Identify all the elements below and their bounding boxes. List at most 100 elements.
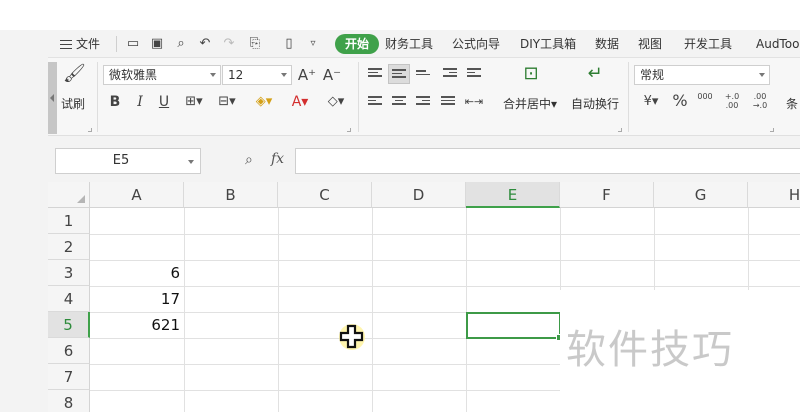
shrink-font-button[interactable]: A⁻ xyxy=(322,67,342,83)
wrap-text-button[interactable]: 自动换行 xyxy=(571,95,619,112)
watermark-text: 软件技巧 xyxy=(566,327,734,373)
grow-font-button[interactable]: A⁺ xyxy=(297,67,317,83)
font-name-select[interactable]: 微软雅黑 xyxy=(103,65,221,85)
number-format-select[interactable]: 常规 xyxy=(634,65,770,85)
underline-button[interactable]: U xyxy=(156,94,172,110)
column-header-e[interactable]: E xyxy=(466,182,560,208)
tab-formula-wizard[interactable]: 公式向导 xyxy=(452,30,500,58)
format-painter-icon[interactable]: 🖌 xyxy=(63,65,86,88)
row-header-2[interactable]: 2 xyxy=(48,234,90,260)
align-bottom-icon[interactable] xyxy=(416,70,430,82)
merge-center-button[interactable]: 合并居中▾ xyxy=(503,95,557,112)
cell-a3[interactable]: 6 xyxy=(90,260,184,286)
name-box[interactable]: E5 xyxy=(55,148,201,174)
divider xyxy=(358,62,359,132)
tab-home[interactable]: 开始 xyxy=(335,34,380,54)
row-header-3[interactable]: 3 xyxy=(48,260,90,286)
increase-indent-icon[interactable] xyxy=(467,68,481,80)
font-size-value: 12 xyxy=(228,68,244,82)
increase-decimal-button[interactable]: +.0 .00 xyxy=(722,92,742,110)
align-right-icon[interactable] xyxy=(416,96,430,108)
insert-function-button[interactable]: fx xyxy=(271,151,284,167)
dialog-launcher[interactable] xyxy=(88,128,92,132)
column-header-f[interactable]: F xyxy=(560,182,654,208)
row-header-1[interactable]: 1 xyxy=(48,208,90,234)
tab-diy-toolbox[interactable]: DIY工具箱 xyxy=(520,30,576,58)
conditional-format-button[interactable]: 条 xyxy=(786,95,798,112)
chevron-down-icon xyxy=(281,73,287,77)
fill-color-icon[interactable]: ◈▾ xyxy=(251,94,277,110)
customize-quick-access-icon[interactable]: ▿ xyxy=(304,30,322,58)
cell-style-icon[interactable]: ⊟▾ xyxy=(214,94,240,110)
open-folder-icon[interactable]: ▭ xyxy=(124,30,142,58)
percent-button[interactable]: % xyxy=(670,93,690,109)
print-preview-icon[interactable]: ⌕ xyxy=(172,30,190,58)
decrease-indent-icon[interactable] xyxy=(443,68,457,80)
select-all-corner[interactable] xyxy=(48,182,90,208)
align-left-icon[interactable] xyxy=(368,96,382,108)
row-header-7[interactable]: 7 xyxy=(48,364,90,390)
italic-button[interactable]: I xyxy=(132,94,148,110)
dialog-launcher[interactable] xyxy=(770,128,774,132)
borders-icon[interactable]: ⊞▾ xyxy=(182,94,206,110)
undo-icon[interactable]: ↶ xyxy=(196,30,214,58)
bold-button[interactable]: B xyxy=(107,94,123,110)
redo-icon[interactable]: ↷ xyxy=(220,30,238,58)
zoom-search-icon[interactable]: ⌕ xyxy=(245,152,253,168)
gridline xyxy=(466,208,467,412)
row-header-6[interactable]: 6 xyxy=(48,338,90,364)
new-document-icon[interactable]: ▯ xyxy=(280,30,298,58)
format-copy-icon[interactable]: ⎘ xyxy=(246,30,264,58)
decrease-decimal-button[interactable]: .00 →.0 xyxy=(750,92,770,110)
font-color-glyph: A xyxy=(291,94,302,110)
column-header-h[interactable]: H xyxy=(748,182,800,208)
align-middle-icon xyxy=(392,69,406,81)
file-menu[interactable]: 文件 xyxy=(60,30,100,58)
tab-view[interactable]: 视图 xyxy=(638,30,662,58)
row-header-8[interactable]: 8 xyxy=(48,390,90,412)
chevron-down-icon xyxy=(759,73,765,77)
thousands-separator-button[interactable]: 000 xyxy=(696,92,714,108)
dialog-launcher[interactable] xyxy=(618,128,622,132)
formula-input[interactable] xyxy=(295,148,800,174)
gridline xyxy=(278,208,279,412)
dialog-launcher[interactable] xyxy=(347,128,351,132)
ribbon-collapse-handle[interactable] xyxy=(48,62,57,134)
divider xyxy=(116,36,117,52)
column-header-d[interactable]: D xyxy=(372,182,466,208)
gridline xyxy=(90,234,800,235)
title-area xyxy=(0,0,800,30)
column-header-c[interactable]: C xyxy=(278,182,372,208)
tab-finance-tools[interactable]: 财务工具 xyxy=(385,30,433,58)
tab-data[interactable]: 数据 xyxy=(595,30,619,58)
file-menu-label: 文件 xyxy=(76,37,101,51)
gridline xyxy=(184,208,185,412)
distributed-align-icon[interactable]: ⇤⇥ xyxy=(463,94,485,110)
tab-developer-tools[interactable]: 开发工具 xyxy=(684,30,732,58)
number-format-value: 常规 xyxy=(640,68,665,82)
align-center-icon[interactable] xyxy=(392,96,406,108)
font-name-value: 微软雅黑 xyxy=(109,68,158,82)
merge-center-label: 合并居中 xyxy=(503,97,552,111)
row-header-4[interactable]: 4 xyxy=(48,286,90,312)
merge-center-icon[interactable]: ⊡ xyxy=(518,65,544,88)
align-top-icon[interactable] xyxy=(368,68,382,80)
save-icon[interactable]: ▣ xyxy=(148,30,166,58)
cell-a5[interactable]: 621 xyxy=(90,312,184,338)
active-cell-e5[interactable] xyxy=(466,312,563,341)
font-color-button[interactable]: A▾ xyxy=(287,94,313,110)
tab-audtool[interactable]: AudToo xyxy=(756,30,799,58)
justify-icon[interactable] xyxy=(441,96,455,108)
divider xyxy=(97,62,98,132)
font-size-select[interactable]: 12 xyxy=(222,65,292,85)
wrap-text-icon[interactable]: ↵ xyxy=(582,65,608,88)
column-header-g[interactable]: G xyxy=(654,182,748,208)
gridline xyxy=(90,286,800,287)
clear-format-icon[interactable]: ◇▾ xyxy=(322,94,350,110)
column-header-a[interactable]: A xyxy=(90,182,184,208)
chevron-down-icon xyxy=(188,160,194,164)
cell-a4[interactable]: 17 xyxy=(90,286,184,312)
row-header-5[interactable]: 5 xyxy=(48,312,90,338)
column-header-b[interactable]: B xyxy=(184,182,278,208)
currency-icon[interactable]: ¥▾ xyxy=(638,94,664,110)
